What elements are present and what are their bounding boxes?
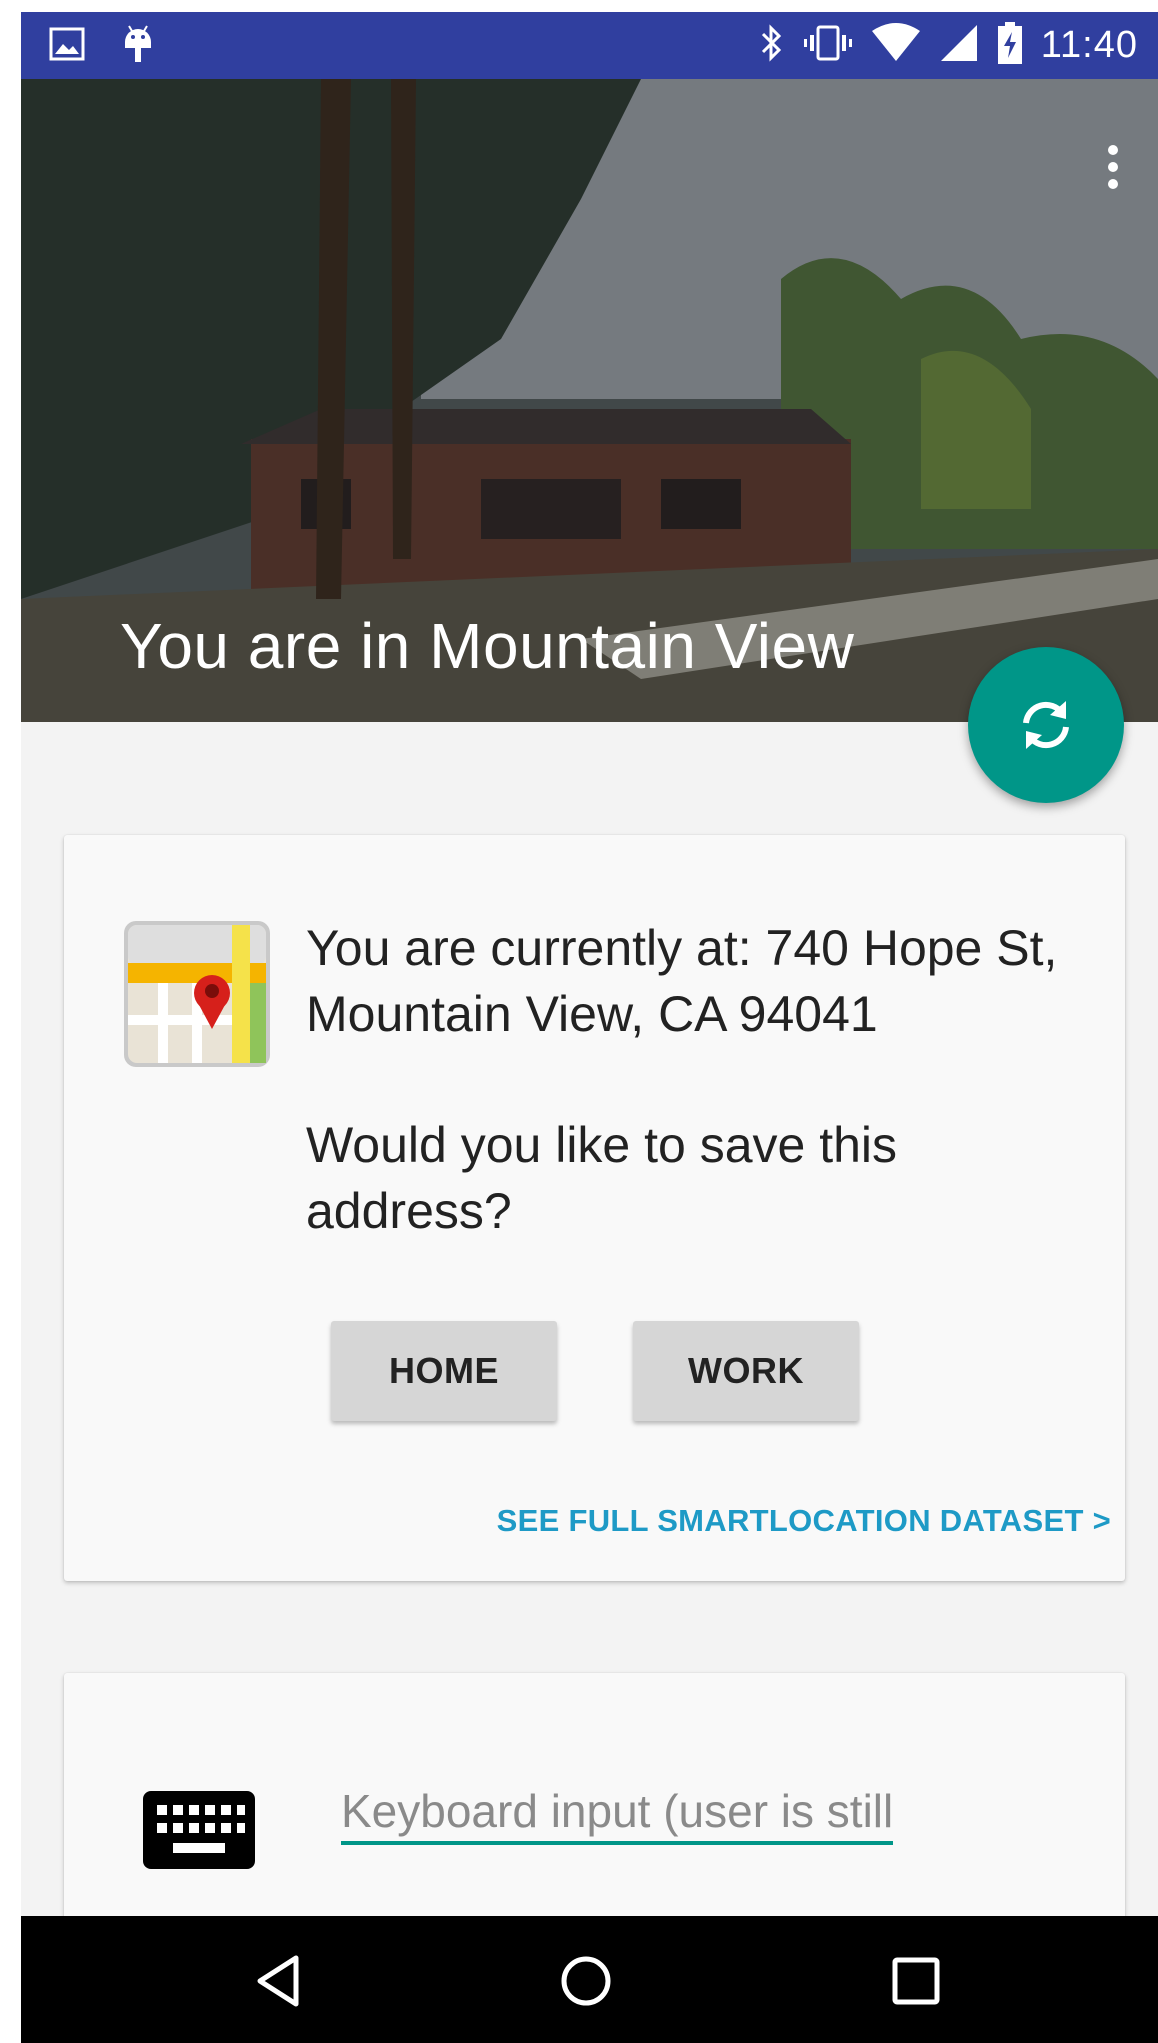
current-address-text: You are currently at: 740 Hope St, Mount… <box>306 920 1058 1042</box>
recent-apps-icon[interactable] <box>881 1946 951 2016</box>
save-address-question: Would you like to save this address? <box>306 1117 898 1239</box>
image-icon <box>49 27 85 66</box>
clock-time: 11:40 <box>1040 23 1138 66</box>
home-button[interactable]: HOME <box>331 1321 557 1421</box>
map-pin-icon <box>122 919 272 1069</box>
back-icon[interactable] <box>246 1946 316 2016</box>
home-nav-icon[interactable] <box>551 1946 621 2016</box>
keyboard-icon <box>143 1791 255 1869</box>
app-screen: 11:40 You are in Mountain View You are c… <box>21 12 1158 2043</box>
street-view-header: You are in Mountain View <box>21 79 1158 722</box>
cell-signal-icon <box>939 23 979 68</box>
refresh-fab-button[interactable] <box>968 647 1124 803</box>
wifi-icon <box>871 22 921 68</box>
refresh-icon <box>1023 701 1069 749</box>
overflow-menu-icon[interactable] <box>1098 141 1128 201</box>
location-card: You are currently at: 740 Hope St, Mount… <box>64 835 1125 1581</box>
bluetooth-icon <box>759 23 785 68</box>
location-title: You are in Mountain View <box>120 610 855 682</box>
see-full-dataset-link[interactable]: SEE FULL SMARTLOCATION DATASET > <box>497 1503 1111 1539</box>
status-bar: 11:40 <box>21 12 1158 79</box>
battery-charging-icon <box>997 21 1023 69</box>
android-debug-icon <box>121 22 155 71</box>
work-button[interactable]: WORK <box>633 1321 859 1421</box>
navigation-bar <box>21 1916 1158 2043</box>
vibrate-icon <box>803 23 853 68</box>
keyboard-input-field[interactable] <box>341 1781 893 1845</box>
